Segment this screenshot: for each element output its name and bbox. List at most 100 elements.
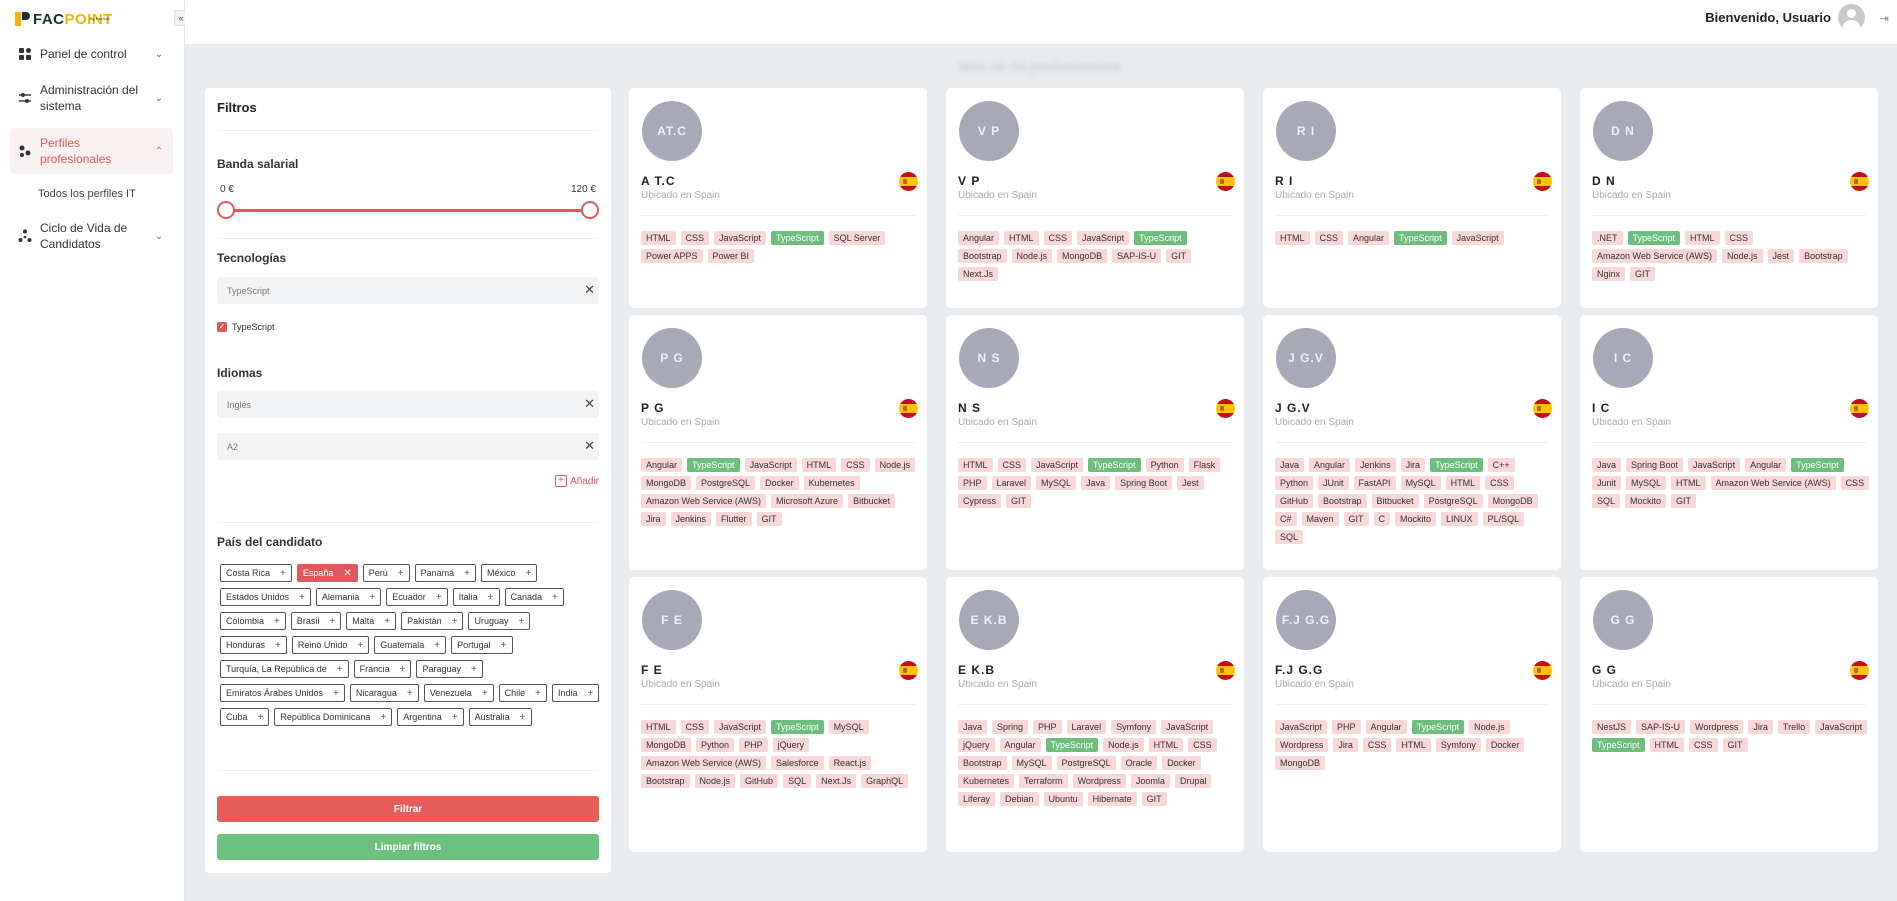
- plus-icon[interactable]: +: [258, 712, 264, 723]
- plus-icon[interactable]: +: [434, 640, 440, 651]
- profile-card[interactable]: P G P G Ubicado en Spain Angular TypeScript J…: [629, 315, 927, 570]
- plus-icon[interactable]: +: [369, 592, 375, 603]
- plus-icon[interactable]: +: [380, 712, 386, 723]
- plus-icon[interactable]: +: [488, 592, 494, 603]
- country-tag-label: Australia: [474, 712, 510, 722]
- profile-card[interactable]: G G G G Ubicado en Spain NestJS SAP-IS-U Word…: [1580, 577, 1878, 852]
- profile-card[interactable]: R I R I Ubicado en Spain HTML CSS Angular Type…: [1263, 88, 1561, 308]
- country-tag[interactable]: Paraguay +: [416, 660, 483, 678]
- profile-card[interactable]: D N D N Ubicado en Spain .NET TypeScript HTML…: [1580, 88, 1878, 308]
- country-tag[interactable]: Italia +: [452, 588, 500, 606]
- country-tag[interactable]: Australia +: [468, 708, 532, 726]
- plus-icon[interactable]: +: [452, 616, 458, 627]
- plus-icon[interactable]: +: [588, 688, 594, 699]
- plus-icon[interactable]: +: [535, 688, 541, 699]
- country-tag[interactable]: Perú +: [362, 564, 410, 582]
- country-tag[interactable]: Brasil +: [290, 612, 342, 630]
- level-input[interactable]: [217, 433, 599, 460]
- country-tag[interactable]: Guatemala +: [374, 636, 447, 654]
- country-tag[interactable]: Reino Unido +: [291, 636, 370, 654]
- skill-list: HTML CSS Angular TypeScript JavaScript: [1275, 231, 1553, 245]
- plus-icon[interactable]: +: [333, 688, 339, 699]
- plus-icon[interactable]: +: [398, 568, 404, 579]
- skill-tag: MySQL: [1626, 476, 1667, 490]
- sidebar-item-ciclo-de-vida[interactable]: Ciclo de Vida de Candidatos ⌄: [10, 216, 173, 256]
- country-tag[interactable]: Turquía, La República de +: [220, 660, 349, 678]
- country-tag[interactable]: República Dominicana +: [274, 708, 393, 726]
- country-tag[interactable]: Pakistán +: [401, 612, 464, 630]
- country-tag[interactable]: Francia +: [353, 660, 412, 678]
- tech-input[interactable]: [217, 277, 599, 304]
- plus-icon[interactable]: +: [329, 616, 335, 627]
- country-tag[interactable]: Emiratos Árabes Unidos +: [220, 684, 345, 702]
- country-tag[interactable]: Estados Unidos +: [220, 588, 311, 606]
- user-avatar[interactable]: [1838, 4, 1865, 31]
- plus-icon[interactable]: +: [471, 664, 477, 675]
- filter-button[interactable]: Filtrar: [217, 796, 599, 822]
- country-tag[interactable]: Chile +: [498, 684, 548, 702]
- skill-tag: Node.js: [1103, 738, 1144, 752]
- plus-icon[interactable]: +: [464, 568, 470, 579]
- salary-slider-track[interactable]: [226, 209, 591, 212]
- country-tag[interactable]: Ecuador +: [386, 588, 448, 606]
- profile-card[interactable]: J G.V J G.V Ubicado en Spain Java Angular Jen…: [1263, 315, 1561, 570]
- sidebar-item-panel-de-control[interactable]: Panel de control ⌄: [10, 40, 173, 68]
- sidebar-item-administracion[interactable]: Administración del sistema ⌄: [10, 78, 173, 118]
- country-tag[interactable]: India +: [552, 684, 600, 702]
- profile-card[interactable]: N S N S Ubicado en Spain HTML CSS JavaScript T…: [946, 315, 1244, 570]
- plus-icon[interactable]: +: [436, 592, 442, 603]
- country-tag[interactable]: Portugal +: [451, 636, 513, 654]
- logout-icon[interactable]: ⇥: [1880, 12, 1889, 25]
- plus-icon[interactable]: +: [501, 640, 507, 651]
- plus-icon[interactable]: +: [384, 616, 390, 627]
- checkbox-checked-icon[interactable]: ✓: [217, 322, 227, 332]
- profile-card[interactable]: V P V P Ubicado en Spain Angular HTML CSS Java…: [946, 88, 1244, 308]
- country-tag[interactable]: Costa Rica +: [220, 564, 292, 582]
- plus-icon[interactable]: +: [280, 568, 286, 579]
- country-tag[interactable]: Venezuela +: [423, 684, 494, 702]
- plus-icon[interactable]: +: [299, 592, 305, 603]
- plus-icon[interactable]: +: [274, 616, 280, 627]
- tech-checkbox-row[interactable]: ✓ TypeScript: [217, 322, 275, 332]
- plus-icon[interactable]: +: [400, 664, 406, 675]
- profile-card[interactable]: AT.C A T.C Ubicado en Spain HTML CSS JavaScri…: [629, 88, 927, 308]
- country-tag[interactable]: Uruguay +: [468, 612, 531, 630]
- country-tag[interactable]: Panamá +: [414, 564, 477, 582]
- plus-icon[interactable]: +: [552, 592, 558, 603]
- profile-name: F E: [641, 663, 663, 677]
- sidebar-item-perfiles-profesionales[interactable]: Perfiles profesionales ⌃: [10, 128, 173, 174]
- salary-slider-min-handle[interactable]: [217, 201, 235, 219]
- country-tag[interactable]: Alemania +: [315, 588, 382, 606]
- plus-icon[interactable]: +: [526, 568, 532, 579]
- clear-language-icon[interactable]: ✕: [584, 396, 595, 412]
- country-tag[interactable]: Honduras +: [220, 636, 287, 654]
- country-tag[interactable]: España ✕: [296, 564, 358, 582]
- plus-icon[interactable]: +: [357, 640, 363, 651]
- profile-card[interactable]: E K.B E K.B Ubicado en Spain Java Spring PHP L…: [946, 577, 1244, 852]
- plus-icon[interactable]: +: [520, 712, 526, 723]
- salary-slider-max-handle[interactable]: [581, 201, 599, 219]
- country-tag[interactable]: Malta +: [346, 612, 397, 630]
- add-language-button[interactable]: + Añadir: [555, 475, 599, 487]
- sidebar-subitem-todos-los-perfiles[interactable]: Todos los perfiles IT: [10, 182, 173, 206]
- plus-icon[interactable]: +: [482, 688, 488, 699]
- plus-icon[interactable]: +: [407, 688, 413, 699]
- profile-card[interactable]: F.J G.G F.J G.G Ubicado en Spain JavaScript…: [1263, 577, 1561, 852]
- clear-level-icon[interactable]: ✕: [584, 438, 595, 454]
- country-tag[interactable]: Cuba +: [220, 708, 270, 726]
- profile-card[interactable]: I CI C Ubicado en Spain Java Spring Boot Jav…: [1580, 315, 1878, 570]
- plus-icon[interactable]: +: [275, 640, 281, 651]
- plus-icon[interactable]: +: [452, 712, 458, 723]
- plus-icon[interactable]: +: [337, 664, 343, 675]
- country-tag[interactable]: Nicaragua +: [349, 684, 419, 702]
- country-tag[interactable]: Canada +: [504, 588, 564, 606]
- country-tag[interactable]: Argentina +: [397, 708, 464, 726]
- remove-icon[interactable]: ✕: [343, 568, 351, 579]
- clear-tech-icon[interactable]: ✕: [584, 282, 595, 298]
- plus-icon[interactable]: +: [519, 616, 525, 627]
- language-input[interactable]: [217, 391, 599, 418]
- clear-filters-button[interactable]: Limpiar filtros: [217, 834, 599, 860]
- country-tag[interactable]: México +: [481, 564, 538, 582]
- country-tag[interactable]: Colombia +: [220, 612, 286, 630]
- profile-card[interactable]: F E F E Ubicado en Spain HTML CSS JavaScript T…: [629, 577, 927, 852]
